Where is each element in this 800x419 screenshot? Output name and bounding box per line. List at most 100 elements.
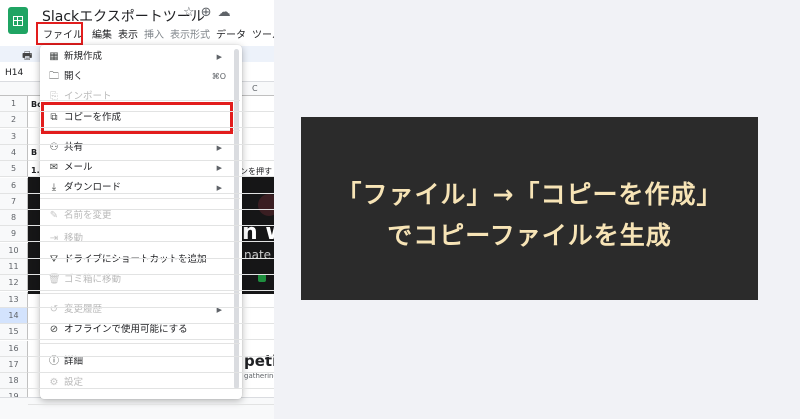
row-gridline [28,225,274,227]
image2-subtext: gathering [244,372,274,380]
menu-item-label: メール [64,162,93,173]
submenu-arrow-icon: ▶ [216,306,222,314]
row-gridline [28,111,274,112]
menu-item: ↺ 変更履歴 ▶ [40,300,240,320]
submenu-arrow-icon: ▶ [216,53,222,61]
row-gridline [28,306,274,308]
menu-divider [40,198,240,199]
row-header[interactable]: 9 [0,226,28,243]
menu-item-label: ドライブにショートカットを追加 [64,254,207,265]
download-icon: ⤓ [51,182,57,193]
row-gridline [28,176,274,178]
row-header[interactable]: 11 [0,259,28,275]
settings-icon: ⚙ [49,377,59,388]
row-header[interactable]: 1 [0,96,28,112]
menu-data[interactable]: データ [216,26,246,41]
menu-divider [40,293,240,294]
menu-edit[interactable]: 編集 [92,26,112,41]
cloud-status-icon[interactable]: ☁ [218,5,231,20]
row-header[interactable]: 13 [0,291,28,308]
menu-item-label: ゴミ箱に移動 [64,274,122,285]
menu-item-label: 変更履歴 [64,304,103,315]
row-header[interactable]: 6 [0,177,28,194]
row-gridline [28,208,274,210]
row-header[interactable]: 8 [0,210,28,227]
row-gridline [28,241,274,243]
sheet-tabs-bar [0,397,274,419]
row-header[interactable]: 12 [0,275,28,292]
menu-item[interactable]: ⤓ ダウンロード ▶ [40,178,240,198]
row-gridline [28,322,274,324]
menu-item[interactable]: 🗀 開く ⌘O [40,67,240,87]
file-menu-highlight [36,22,83,45]
submenu-arrow-icon: ▶ [216,144,222,152]
shortcut-label: ⌘O [211,72,226,81]
menu-item-label: 共有 [64,142,84,153]
menu-divider [40,100,240,101]
menu-tools[interactable]: ツール [252,26,274,41]
menu-item[interactable]: ⛛ ドライブにショートカットを追加 [40,250,240,270]
row-header[interactable]: 4 [0,144,28,161]
row-gridline [28,404,274,406]
row-header[interactable]: 15 [0,324,28,341]
row-gridline [28,371,274,373]
menu-divider [40,343,240,344]
row-header[interactable]: 7 [0,193,28,210]
row-gridline [28,192,274,194]
history-icon: ↺ [49,304,59,315]
image-green-mark [258,274,266,282]
spreadsheet-screenshot: Slackエクスポートツール ☆⊕☁ ファイル編集表示挿入表示形式データツール … [0,0,274,419]
menu-view[interactable]: 表示 [118,26,138,41]
trash-icon: 🗑 [48,274,61,285]
move-icon: ⇥ [49,233,59,244]
sheets-logo-icon [8,7,28,34]
row-header[interactable]: 18 [0,373,28,390]
row-header[interactable]: 16 [0,340,28,357]
caption-line-1: 「ファイル」→「コピーを作成」 [336,180,723,209]
menu-item-label: ダウンロード [64,182,122,193]
menu-format[interactable]: 表示形式 [170,26,210,41]
row-gridline [28,257,274,259]
mail-icon: ✉ [49,162,59,173]
new-sheet-icon: ▦ [49,51,59,62]
menu-item[interactable]: ⚇ 共有 ▶ [40,138,240,158]
row-gridline [28,355,274,357]
row-header[interactable]: 10 [0,242,28,259]
column-c-header[interactable]: C [252,84,258,93]
image-subtext: nate y [244,248,274,262]
menu-item[interactable]: ✉ メール ▶ [40,158,240,178]
menu-item-label: 新規作成 [64,51,103,62]
row-header[interactable]: 14 [0,307,28,324]
cell-a4[interactable]: B [31,148,37,157]
row-gridline [28,290,274,292]
file-dropdown-menu: ▦ 新規作成 ▶ 🗀 開く ⌘O ⎘ インポート ⧉ コピーを作成 ⚇ 共有 ▶ ✉ メール ▶ ⤓ ダウンロード… [40,45,242,399]
row-header[interactable]: 2 [0,112,28,129]
row-gridline [28,274,274,275]
menu-item: ⇥ 移動 [40,229,240,249]
menu-item-label: 開く [64,71,84,82]
caption-panel: 「ファイル」→「コピーを作成」 でコピーファイルを生成 [301,117,758,300]
caption-line-2: でコピーファイルを生成 [387,221,672,250]
cell-a6[interactable]: 1. [31,166,40,175]
row-gridline [28,127,274,129]
open-folder-icon: 🗀 [49,71,59,82]
row-header[interactable]: 17 [0,356,28,373]
share-icon: ⚇ [49,142,59,153]
menu-item: ⚙ 設定 [40,373,240,393]
cell-reference[interactable]: H14 [5,68,23,78]
submenu-arrow-icon: ▶ [216,184,222,192]
row-gridline [28,143,274,145]
menu-item-label: 移動 [64,233,84,244]
menu-insert[interactable]: 挿入 [144,26,164,41]
row-header[interactable]: 3 [0,128,28,145]
star-icon[interactable]: ☆ [183,5,195,20]
row-header[interactable]: 5 [0,161,28,178]
menu-item[interactable]: ▦ 新規作成 ▶ [40,47,240,67]
make-copy-highlight [41,102,233,134]
menu-item-label: 設定 [64,377,84,388]
move-folder-icon[interactable]: ⊕ [201,5,212,20]
row-gridline [28,339,274,341]
row-gridline [28,388,274,390]
row-gridline [28,159,274,161]
title-icons: ☆ ⊕ ☁ [183,5,237,20]
